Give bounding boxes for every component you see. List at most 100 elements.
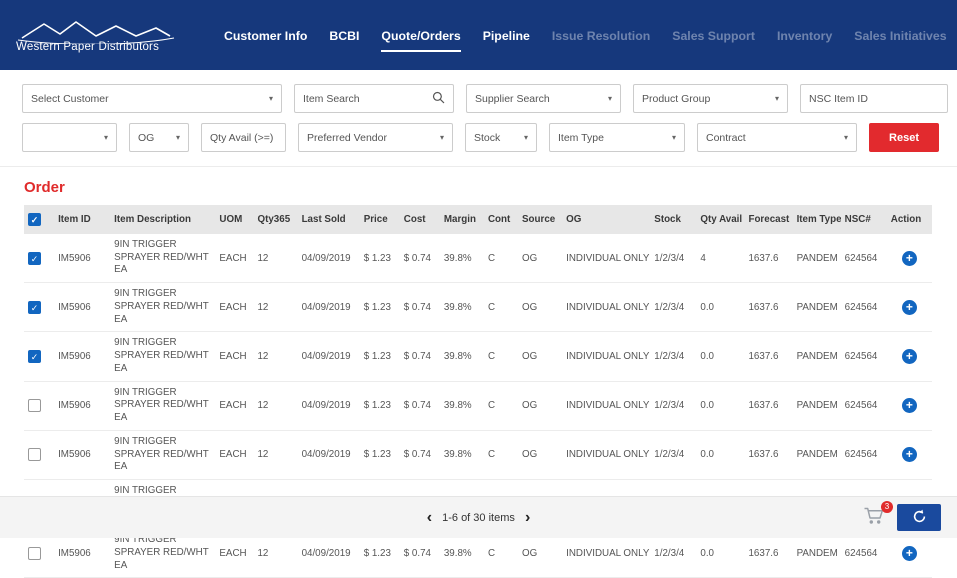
select-all-checkbox[interactable]: ✓ bbox=[28, 213, 41, 226]
supplier-search-dropdown[interactable]: Supplier Search ▾ bbox=[466, 84, 621, 113]
cell-item_id: IM5906 bbox=[54, 332, 110, 381]
filter-row-2: ▾ OG ▾ Qty Avail (>=) Preferred Vendor ▾… bbox=[22, 123, 957, 152]
cell-description: 9IN TRIGGER SPRAYER RED/WHT EA bbox=[110, 283, 215, 332]
col-og: OG bbox=[562, 205, 650, 234]
add-to-order-button[interactable]: + bbox=[902, 300, 917, 315]
cell-description: 9IN TRIGGER SPRAYER RED/WHT EA bbox=[110, 332, 215, 381]
chevron-down-icon: ▾ bbox=[104, 133, 108, 142]
cell-price: $ 1.23 bbox=[360, 332, 400, 381]
cell-og: INDIVIDUAL ONLY bbox=[562, 332, 650, 381]
nav-sales-support[interactable]: Sales Support bbox=[672, 19, 755, 52]
cell-stock: 1/2/3/4 bbox=[650, 332, 696, 381]
row-checkbox[interactable] bbox=[28, 547, 41, 560]
next-page-icon[interactable]: › bbox=[518, 509, 537, 526]
col-action: Action bbox=[887, 205, 932, 234]
order-table-header: ✓ Item ID Item Description UOM Qty365 La… bbox=[24, 205, 932, 234]
col-cost: Cost bbox=[400, 205, 440, 234]
stock-dropdown-label: Stock bbox=[474, 132, 500, 144]
cell-price: $ 1.23 bbox=[360, 381, 400, 430]
add-to-order-button[interactable]: + bbox=[902, 349, 917, 364]
col-price: Price bbox=[360, 205, 400, 234]
add-to-order-button[interactable]: + bbox=[902, 447, 917, 462]
cell-source: OG bbox=[518, 381, 562, 430]
cell-cont: C bbox=[484, 234, 518, 283]
blank-dropdown[interactable]: ▾ bbox=[22, 123, 117, 152]
nsc-item-id-input[interactable]: NSC Item ID bbox=[800, 84, 948, 113]
item-search-input[interactable]: Item Search bbox=[294, 84, 454, 113]
cell-price: $ 1.23 bbox=[360, 283, 400, 332]
row-checkbox[interactable]: ✓ bbox=[28, 252, 41, 265]
nav-pipeline[interactable]: Pipeline bbox=[483, 19, 530, 52]
table-row: ✓IM59069IN TRIGGER SPRAYER RED/WHT EAEAC… bbox=[24, 332, 932, 381]
cell-cont: C bbox=[484, 332, 518, 381]
preferred-vendor-label: Preferred Vendor bbox=[307, 132, 387, 144]
og-dropdown[interactable]: OG ▾ bbox=[129, 123, 189, 152]
previous-page-icon[interactable]: ‹ bbox=[420, 509, 439, 526]
col-stock: Stock bbox=[650, 205, 696, 234]
cell-cost: $ 0.74 bbox=[400, 381, 440, 430]
chevron-down-icon: ▾ bbox=[176, 133, 180, 142]
item-type-dropdown[interactable]: Item Type ▾ bbox=[549, 123, 685, 152]
order-section-title: Order bbox=[24, 179, 957, 196]
cell-nsc: 624564 bbox=[841, 430, 887, 479]
cell-nsc: 624564 bbox=[841, 381, 887, 430]
nav-quote-orders[interactable]: Quote/Orders bbox=[381, 19, 460, 52]
chevron-down-icon: ▾ bbox=[269, 94, 273, 103]
add-to-order-button[interactable]: + bbox=[902, 398, 917, 413]
cell-last_sold: 04/09/2019 bbox=[298, 430, 360, 479]
nav-inventory[interactable]: Inventory bbox=[777, 19, 832, 52]
cell-margin: 39.8% bbox=[440, 283, 484, 332]
cell-last_sold: 04/09/2019 bbox=[298, 381, 360, 430]
row-select-cell: ✓ bbox=[24, 234, 54, 283]
table-row: ✓IM59069IN TRIGGER SPRAYER RED/WHT EAEAC… bbox=[24, 234, 932, 283]
nav-sales-initiatives[interactable]: Sales Initiatives bbox=[854, 19, 946, 52]
col-forecast: Forecast bbox=[744, 205, 792, 234]
nav-bcbi[interactable]: BCBI bbox=[329, 19, 359, 52]
og-dropdown-label: OG bbox=[138, 132, 154, 144]
select-customer-label: Select Customer bbox=[31, 93, 109, 105]
nav-issue-resolution[interactable]: Issue Resolution bbox=[552, 19, 650, 52]
row-select-cell bbox=[24, 381, 54, 430]
refresh-button[interactable] bbox=[897, 504, 941, 531]
add-to-order-button[interactable]: + bbox=[902, 251, 917, 266]
cell-item_type: PANDEM bbox=[793, 381, 841, 430]
row-checkbox[interactable] bbox=[28, 399, 41, 412]
cell-action: + bbox=[887, 381, 932, 430]
cell-cost: $ 0.74 bbox=[400, 430, 440, 479]
add-to-order-button[interactable]: + bbox=[902, 546, 917, 561]
reset-button[interactable]: Reset bbox=[869, 123, 939, 152]
table-row: ✓IM59069IN TRIGGER SPRAYER RED/WHT EAEAC… bbox=[24, 283, 932, 332]
pagination: ‹ 1-6 of 30 items › bbox=[0, 509, 957, 527]
row-checkbox[interactable]: ✓ bbox=[28, 301, 41, 314]
chevron-down-icon: ▾ bbox=[775, 94, 779, 103]
nav-customer-info[interactable]: Customer Info bbox=[224, 19, 307, 52]
chevron-down-icon: ▾ bbox=[672, 133, 676, 142]
cell-last_sold: 04/09/2019 bbox=[298, 332, 360, 381]
cell-qty365: 12 bbox=[253, 283, 297, 332]
cell-uom: EACH bbox=[215, 430, 253, 479]
cell-source: OG bbox=[518, 430, 562, 479]
stock-dropdown[interactable]: Stock ▾ bbox=[465, 123, 537, 152]
preferred-vendor-dropdown[interactable]: Preferred Vendor ▾ bbox=[298, 123, 453, 152]
cell-forecast: 1637.6 bbox=[744, 381, 792, 430]
cell-item_id: IM5906 bbox=[54, 381, 110, 430]
row-checkbox[interactable]: ✓ bbox=[28, 350, 41, 363]
chevron-down-icon: ▾ bbox=[844, 133, 848, 142]
cell-forecast: 1637.6 bbox=[744, 332, 792, 381]
table-row: IM59069IN TRIGGER SPRAYER RED/WHT EAEACH… bbox=[24, 430, 932, 479]
cell-description: 9IN TRIGGER SPRAYER RED/WHT EA bbox=[110, 381, 215, 430]
row-checkbox[interactable] bbox=[28, 448, 41, 461]
app-header: Western Paper Distributors Customer Info… bbox=[0, 0, 957, 70]
cell-uom: EACH bbox=[215, 381, 253, 430]
product-group-dropdown[interactable]: Product Group ▾ bbox=[633, 84, 788, 113]
cell-price: $ 1.23 bbox=[360, 430, 400, 479]
logo: Western Paper Distributors bbox=[16, 18, 198, 53]
cell-forecast: 1637.6 bbox=[744, 283, 792, 332]
select-customer-dropdown[interactable]: Select Customer ▾ bbox=[22, 84, 282, 113]
cell-cont: C bbox=[484, 283, 518, 332]
filter-panel: Select Customer ▾ Item Search Supplier S… bbox=[0, 70, 957, 167]
cart-button[interactable]: 3 bbox=[863, 506, 885, 531]
contract-dropdown[interactable]: Contract ▾ bbox=[697, 123, 857, 152]
col-item-description: Item Description bbox=[110, 205, 215, 234]
qty-avail-input[interactable]: Qty Avail (>=) bbox=[201, 123, 286, 152]
